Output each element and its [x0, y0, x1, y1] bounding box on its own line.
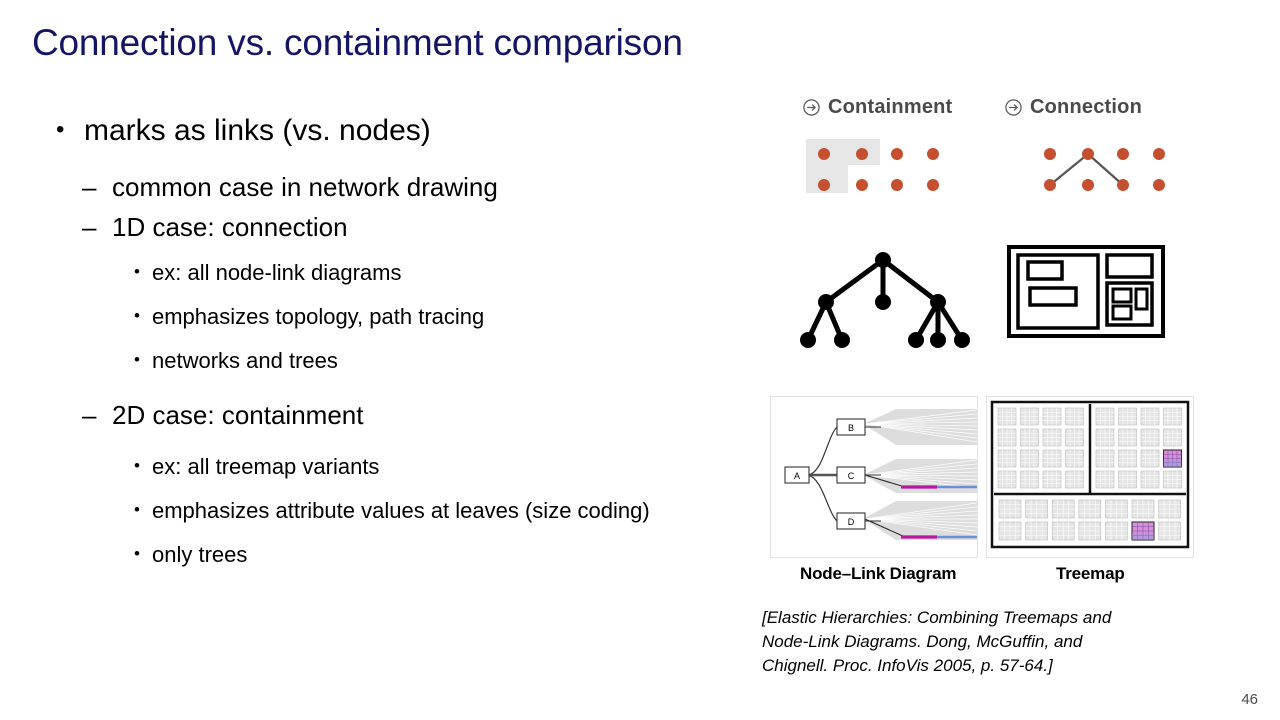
list-item-label: common case in network drawing	[112, 172, 498, 202]
caption-treemap: Treemap	[1056, 564, 1125, 583]
containment-label: Containment	[828, 96, 953, 118]
figure-column: Containment Connection A B C D Node–Link…	[756, 96, 1256, 594]
list-item-label: emphasizes topology, path tracing	[152, 304, 485, 329]
bullet-glyph: •	[134, 544, 140, 563]
outline-body: • marks as links (vs. nodes) – common ca…	[34, 112, 744, 584]
bullet-glyph: •	[134, 262, 140, 281]
bullet-glyph: •	[56, 116, 65, 143]
abstract-idiom-figures	[756, 244, 1256, 374]
svg-text:D: D	[848, 517, 855, 527]
list-item: • ex: all node-link diagrams	[34, 258, 744, 287]
elastic-hierarchies-figures: A B C D	[756, 396, 1256, 558]
list-item-label: 1D case: connection	[112, 212, 348, 242]
containment-heading: Containment	[802, 96, 952, 119]
source-citation: [Elastic Hierarchies: Combining Treemaps…	[762, 606, 1232, 678]
connection-mark-figure: Connection	[1004, 96, 1178, 203]
nested-boxes-figure	[1006, 244, 1166, 344]
page-number: 46	[1241, 691, 1258, 708]
circle-arrow-icon	[803, 99, 820, 116]
caption-node-link-diagram: Node–Link Diagram	[800, 564, 957, 583]
connection-heading: Connection	[1004, 96, 1178, 119]
elastic-treemap-screenshot	[986, 396, 1194, 558]
list-item-label: only trees	[152, 542, 248, 567]
citation-line-2: Node-Link Diagrams. Dong, McGuffin, and	[762, 632, 1083, 651]
containment-dots-svg	[806, 139, 939, 193]
connection-dots-svg	[1044, 148, 1165, 191]
list-item: • networks and trees	[34, 346, 744, 375]
list-item-label: ex: all treemap variants	[152, 454, 380, 479]
elastic-treemap-svg	[987, 397, 1193, 552]
bullet-glyph: •	[134, 456, 140, 475]
containment-dot-grid	[802, 135, 952, 203]
list-item-label: 2D case: containment	[112, 400, 364, 430]
elastic-node-link-screenshot: A B C D	[770, 396, 978, 558]
list-item: • only trees	[34, 540, 744, 569]
list-item: • ex: all treemap variants	[34, 452, 744, 481]
nested-boxes-svg	[1007, 245, 1165, 338]
citation-line-1: [Elastic Hierarchies: Combining Treemaps…	[762, 608, 1112, 627]
node-link-tree-figure	[786, 244, 976, 359]
bullet-glyph: –	[82, 172, 97, 202]
connection-dot-grid	[1028, 135, 1178, 203]
bullet-glyph: –	[82, 400, 97, 430]
list-item-label: networks and trees	[152, 348, 338, 373]
svg-text:C: C	[848, 471, 855, 481]
list-item: • emphasizes attribute values at leaves …	[34, 496, 744, 525]
circle-arrow-icon	[1005, 99, 1022, 116]
svg-text:B: B	[848, 423, 854, 433]
bullet-glyph: •	[134, 500, 140, 519]
list-item: – common case in network drawing	[34, 170, 744, 204]
bullet-glyph: •	[134, 350, 140, 369]
list-item: – 2D case: containment	[34, 398, 744, 432]
bullet-glyph: •	[134, 306, 140, 325]
node-link-tree-svg	[800, 252, 970, 348]
list-item-label: ex: all node-link diagrams	[152, 260, 402, 285]
list-item: – 1D case: connection	[34, 210, 744, 244]
elastic-node-link-svg: A B C D	[771, 397, 978, 552]
figure-captions: Node–Link Diagram Treemap	[756, 564, 1256, 594]
containment-mark-figure: Containment	[802, 96, 952, 203]
citation-line-3: Chignell. Proc. InfoVis 2005, p. 57-64.]	[762, 656, 1053, 675]
list-item: • emphasizes topology, path tracing	[34, 302, 744, 331]
bullet-glyph: –	[82, 212, 97, 242]
page-title: Connection vs. containment comparison	[32, 22, 683, 63]
connection-label: Connection	[1030, 96, 1142, 118]
marks-comparison-figure: Containment Connection	[756, 96, 1256, 226]
list-item: • marks as links (vs. nodes)	[34, 112, 744, 150]
list-item-label: emphasizes attribute values at leaves (s…	[152, 498, 650, 523]
svg-text:A: A	[794, 471, 800, 481]
list-item-label: marks as links (vs. nodes)	[84, 114, 431, 147]
